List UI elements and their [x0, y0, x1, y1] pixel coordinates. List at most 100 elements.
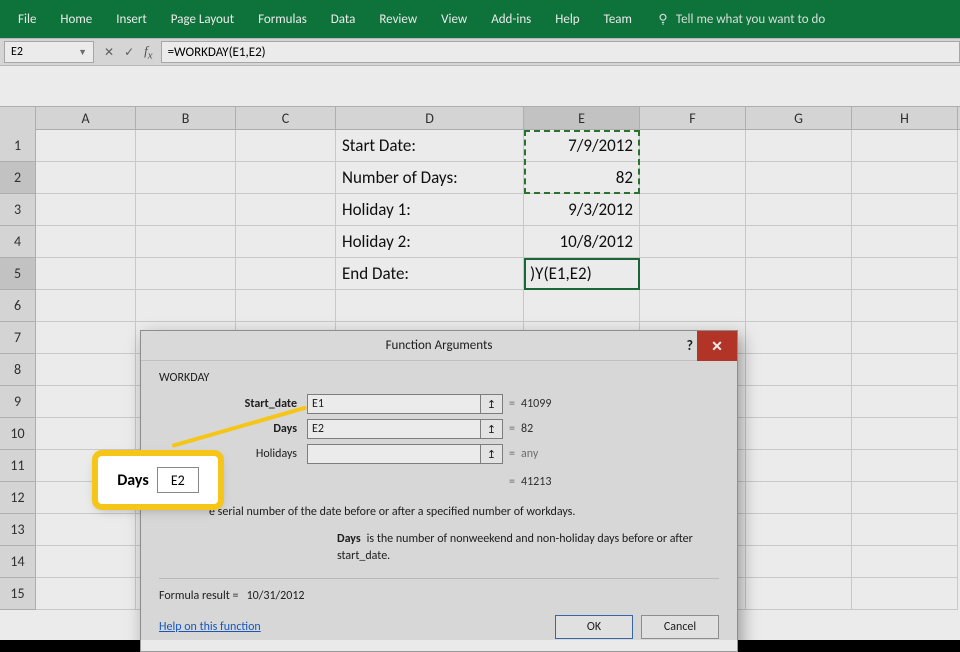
cell-C5[interactable]	[236, 258, 336, 290]
cell-A14[interactable]	[36, 546, 136, 578]
help-on-function-link[interactable]: Help on this function	[159, 620, 261, 634]
fx-icon[interactable]: fx	[144, 43, 152, 62]
range-picker-icon[interactable]: ↥	[481, 419, 503, 439]
col-header[interactable]: A	[36, 107, 136, 129]
row-header[interactable]: 5	[0, 258, 35, 290]
col-header[interactable]: E	[524, 107, 640, 129]
dialog-close-button[interactable]: ✕	[697, 331, 737, 361]
cell-H2[interactable]	[852, 162, 958, 194]
row-header[interactable]: 6	[0, 290, 35, 322]
range-picker-icon[interactable]: ↥	[481, 394, 503, 414]
cell-A8[interactable]	[36, 354, 136, 386]
cell-D3[interactable]: Holiday 1:	[336, 194, 524, 226]
row-header[interactable]: 13	[0, 514, 35, 546]
cell-G7[interactable]	[746, 322, 852, 354]
cell-B4[interactable]	[136, 226, 236, 258]
ribbon-tab[interactable]: Insert	[116, 12, 147, 27]
cell-C3[interactable]	[236, 194, 336, 226]
cell-G11[interactable]	[746, 450, 852, 482]
cell-A2[interactable]	[36, 162, 136, 194]
row-header[interactable]: 3	[0, 194, 35, 226]
cell-G4[interactable]	[746, 226, 852, 258]
cell-B5[interactable]	[136, 258, 236, 290]
cell-A1[interactable]	[36, 130, 136, 162]
cell-C4[interactable]	[236, 226, 336, 258]
cell-F2[interactable]	[640, 162, 746, 194]
cell-B1[interactable]	[136, 130, 236, 162]
cell-A6[interactable]	[36, 290, 136, 322]
ribbon-tab[interactable]: Formulas	[258, 12, 307, 27]
cell-A5[interactable]	[36, 258, 136, 290]
cell-F4[interactable]	[640, 226, 746, 258]
cell-B6[interactable]	[136, 290, 236, 322]
formula-input[interactable]: =WORKDAY(E1,E2)	[161, 41, 960, 63]
col-header[interactable]: D	[336, 107, 524, 129]
cell-A13[interactable]	[36, 514, 136, 546]
cell-D1[interactable]: Start Date:	[336, 130, 524, 162]
cell-H11[interactable]	[852, 450, 958, 482]
cell-B3[interactable]	[136, 194, 236, 226]
name-box[interactable]: E2 ▼	[4, 41, 94, 63]
range-picker-icon[interactable]: ↥	[481, 444, 503, 464]
cell-G15[interactable]	[746, 578, 852, 610]
col-header[interactable]: C	[236, 107, 336, 129]
cell-G9[interactable]	[746, 386, 852, 418]
row-header[interactable]: 4	[0, 226, 35, 258]
ribbon-tab[interactable]: Data	[331, 12, 356, 27]
cell-H1[interactable]	[852, 130, 958, 162]
cell-C1[interactable]	[236, 130, 336, 162]
row-header[interactable]: 11	[0, 450, 35, 482]
row-header[interactable]: 14	[0, 546, 35, 578]
row-header[interactable]: 2	[0, 162, 35, 194]
cell-G1[interactable]	[746, 130, 852, 162]
col-header[interactable]: H	[852, 107, 958, 129]
row-header[interactable]: 12	[0, 482, 35, 514]
cell-E3[interactable]: 9/3/2012	[524, 194, 640, 226]
cell-A9[interactable]	[36, 386, 136, 418]
cell-H5[interactable]	[852, 258, 958, 290]
cell-G12[interactable]	[746, 482, 852, 514]
col-header[interactable]: G	[746, 107, 852, 129]
cell-F6[interactable]	[640, 290, 746, 322]
cell-G13[interactable]	[746, 514, 852, 546]
accept-formula-icon[interactable]: ✓	[124, 45, 134, 60]
ribbon-tab[interactable]: Help	[555, 12, 579, 27]
arg-input-holidays[interactable]	[307, 444, 481, 464]
cell-H3[interactable]	[852, 194, 958, 226]
cell-G3[interactable]	[746, 194, 852, 226]
cell-D5[interactable]: End Date:	[336, 258, 524, 290]
ribbon-tab[interactable]: File	[18, 12, 36, 27]
cell-A11[interactable]	[36, 450, 136, 482]
cell-G14[interactable]	[746, 546, 852, 578]
row-header[interactable]: 8	[0, 354, 35, 386]
dropdown-icon[interactable]: ▼	[78, 47, 87, 58]
col-header[interactable]: B	[136, 107, 236, 129]
cell-H6[interactable]	[852, 290, 958, 322]
row-header[interactable]: 10	[0, 418, 35, 450]
cell-H15[interactable]	[852, 578, 958, 610]
cell-D2[interactable]: Number of Days:	[336, 162, 524, 194]
cell-C2[interactable]	[236, 162, 336, 194]
cell-H13[interactable]	[852, 514, 958, 546]
arg-input-days[interactable]: E2	[307, 419, 481, 439]
cell-H8[interactable]	[852, 354, 958, 386]
cell-H9[interactable]	[852, 386, 958, 418]
cell-A4[interactable]	[36, 226, 136, 258]
cell-F1[interactable]	[640, 130, 746, 162]
dialog-help-icon[interactable]: ?	[687, 337, 694, 354]
cell-A3[interactable]	[36, 194, 136, 226]
cell-H14[interactable]	[852, 546, 958, 578]
cell-C6[interactable]	[236, 290, 336, 322]
ribbon-tab[interactable]: Review	[379, 12, 417, 27]
ribbon-tab[interactable]: View	[441, 12, 467, 27]
row-header[interactable]: 1	[0, 130, 35, 162]
cell-F5[interactable]	[640, 258, 746, 290]
cell-E4[interactable]: 10/8/2012	[524, 226, 640, 258]
ribbon-tab[interactable]: Page Layout	[171, 12, 234, 27]
row-header[interactable]: 7	[0, 322, 35, 354]
cell-G2[interactable]	[746, 162, 852, 194]
cell-E6[interactable]	[524, 290, 640, 322]
cell-A10[interactable]	[36, 418, 136, 450]
cell-G6[interactable]	[746, 290, 852, 322]
cell-A7[interactable]	[36, 322, 136, 354]
